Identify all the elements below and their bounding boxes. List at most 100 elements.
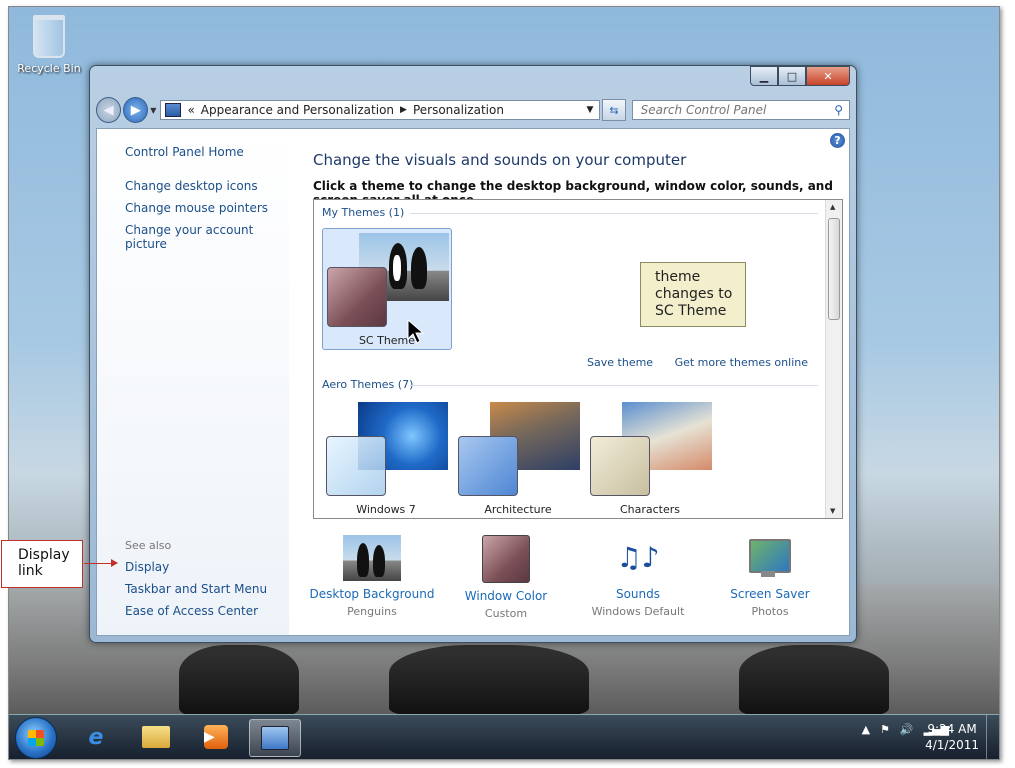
breadcrumb-appearance[interactable]: Appearance and Personalization — [201, 103, 394, 117]
personalization-window: ▁ □ ✕ ◀ ▶ ▼ « Appearance and Personaliza… — [89, 65, 857, 643]
maximize-button[interactable]: □ — [778, 66, 806, 86]
window-color-swatch — [590, 436, 650, 496]
screen-saver-icon — [741, 535, 799, 581]
action-center-flag-icon[interactable]: ⚑ — [880, 723, 890, 736]
see-also-section: See also Display Taskbar and Start Menu … — [125, 539, 267, 626]
window-color-swatch — [327, 267, 387, 327]
taskbar: e ▶ ▲ ⚑ 🔊 ▂▄▆ 9:24 AM 4/1/2011 — [9, 714, 999, 759]
scroll-up-icon[interactable]: ▲ — [830, 203, 835, 211]
search-box: ⚲ — [631, 100, 850, 120]
scroll-down-icon[interactable]: ▼ — [830, 507, 835, 515]
change-account-picture-link[interactable]: Change your account picture — [125, 223, 289, 251]
theme-name: Characters — [619, 503, 681, 516]
window-color-value: Custom — [484, 607, 528, 620]
media-player-button[interactable]: ▶ — [191, 719, 241, 755]
caption-buttons: ▁ □ ✕ — [750, 66, 850, 86]
screen-saver-value: Photos — [751, 605, 789, 618]
desktop-background-value: Penguins — [347, 605, 397, 618]
callout-line-3: SC Theme — [655, 303, 727, 319]
address-bar[interactable]: « Appearance and Personalization ▶ Perso… — [160, 100, 601, 120]
folder-icon — [142, 726, 170, 748]
control-panel-icon — [261, 726, 289, 750]
see-also-header: See also — [125, 539, 172, 552]
forward-button[interactable]: ▶ — [123, 97, 149, 123]
my-themes-header[interactable]: My Themes (1) — [322, 206, 404, 219]
theme-sc-theme[interactable]: SC Theme — [322, 228, 452, 350]
page-title: Change the visuals and sounds on your co… — [313, 151, 687, 169]
navigation-bar: ◀ ▶ ▼ « Appearance and Personalization ▶… — [96, 96, 850, 124]
window-color-swatch — [458, 436, 518, 496]
sounds-value: Windows Default — [591, 605, 685, 618]
windows-explorer-button[interactable] — [131, 719, 181, 755]
recent-pages-icon[interactable]: ▼ — [150, 106, 156, 115]
taskbar-start-menu-link[interactable]: Taskbar and Start Menu — [125, 582, 267, 596]
penguin-feet-left — [179, 645, 299, 715]
architecture-thumbnail — [458, 402, 582, 496]
theme-settings-bar: Desktop Background Penguins Window Color… — [289, 529, 849, 629]
callout-theme-changes: theme changes to SC Theme — [640, 262, 746, 327]
window-color-link[interactable]: Window Color — [441, 589, 571, 603]
search-icon[interactable]: ⚲ — [834, 103, 843, 117]
content-area: Control Panel Home Change desktop icons … — [96, 128, 850, 636]
desktop-background-setting[interactable]: Desktop Background Penguins — [307, 535, 437, 618]
theme-architecture[interactable]: Architecture — [454, 398, 582, 518]
recycle-bin-icon — [33, 15, 65, 58]
sounds-setting[interactable]: ♫♪ Sounds Windows Default — [573, 535, 703, 618]
ease-of-access-link[interactable]: Ease of Access Center — [125, 604, 267, 618]
task-links: Control Panel Home Change desktop icons … — [125, 145, 289, 259]
control-panel-icon — [165, 103, 182, 117]
desktop-background-link[interactable]: Desktop Background — [307, 587, 437, 601]
control-panel-taskbar-button[interactable] — [249, 719, 301, 757]
aero-themes-divider — [410, 385, 818, 386]
sounds-link[interactable]: Sounds — [573, 587, 703, 601]
penguin-feet-right — [739, 645, 889, 715]
save-theme-link[interactable]: Save theme — [587, 356, 653, 369]
clock-date: 4/1/2011 — [925, 738, 979, 752]
theme-characters[interactable]: Characters — [586, 398, 714, 518]
window-color-setting[interactable]: Window Color Custom — [441, 535, 571, 620]
desktop: Recycle Bin ▁ □ ✕ ◀ ▶ ▼ « Appearance and… — [8, 6, 1000, 760]
annotation-line-2: link — [18, 563, 43, 579]
theme-windows-7[interactable]: Windows 7 — [322, 398, 450, 518]
callout-line-2: changes to — [655, 286, 733, 302]
change-mouse-pointers-link[interactable]: Change mouse pointers — [125, 201, 289, 215]
recycle-bin[interactable]: Recycle Bin — [15, 15, 83, 75]
get-more-themes-link[interactable]: Get more themes online — [675, 356, 808, 369]
windows-7-thumbnail — [326, 402, 450, 496]
show-desktop-button[interactable] — [986, 715, 999, 759]
penguins-thumb-icon — [343, 535, 401, 581]
display-link-annotation: Display link — [1, 540, 83, 588]
address-dropdown-icon[interactable]: ▼ — [587, 105, 594, 115]
search-input[interactable] — [638, 102, 835, 118]
refresh-button[interactable]: ⇆ — [602, 99, 626, 121]
theme-list-scrollbar[interactable]: ▲ ▼ — [825, 200, 842, 518]
recycle-bin-label: Recycle Bin — [17, 62, 81, 75]
start-button[interactable] — [15, 717, 57, 759]
left-pane: Control Panel Home Change desktop icons … — [97, 129, 289, 635]
change-desktop-icons-link[interactable]: Change desktop icons — [125, 179, 289, 193]
window-color-swatch — [326, 436, 386, 496]
screen-saver-link[interactable]: Screen Saver — [705, 587, 835, 601]
penguin-feet-center — [389, 645, 589, 715]
sc-theme-thumbnail — [327, 233, 451, 327]
volume-icon[interactable]: 🔊 — [900, 723, 914, 736]
screen-saver-setting[interactable]: Screen Saver Photos — [705, 535, 835, 618]
internet-explorer-button[interactable]: e — [71, 719, 121, 755]
show-hidden-icons-icon[interactable]: ▲ — [862, 723, 870, 736]
back-button[interactable]: ◀ — [96, 97, 122, 123]
theme-list: My Themes (1) SC Theme theme changes to … — [313, 199, 843, 519]
scrollbar-thumb[interactable] — [828, 218, 840, 320]
control-panel-home-link[interactable]: Control Panel Home — [125, 145, 289, 159]
system-clock[interactable]: 9:24 AM 4/1/2011 — [925, 721, 979, 753]
display-link[interactable]: Display — [125, 560, 267, 574]
address-chevron[interactable]: « — [187, 103, 194, 117]
minimize-button[interactable]: ▁ — [750, 66, 778, 86]
characters-thumbnail — [590, 402, 714, 496]
callout-line-1: theme — [655, 269, 701, 285]
breadcrumb-personalization[interactable]: Personalization — [413, 103, 504, 117]
aero-themes-header[interactable]: Aero Themes (7) — [322, 378, 413, 391]
close-button[interactable]: ✕ — [806, 66, 850, 86]
theme-actions: Save theme Get more themes online — [569, 356, 808, 369]
breadcrumb-separator-icon[interactable]: ▶ — [400, 105, 407, 115]
help-icon[interactable]: ? — [830, 133, 845, 148]
